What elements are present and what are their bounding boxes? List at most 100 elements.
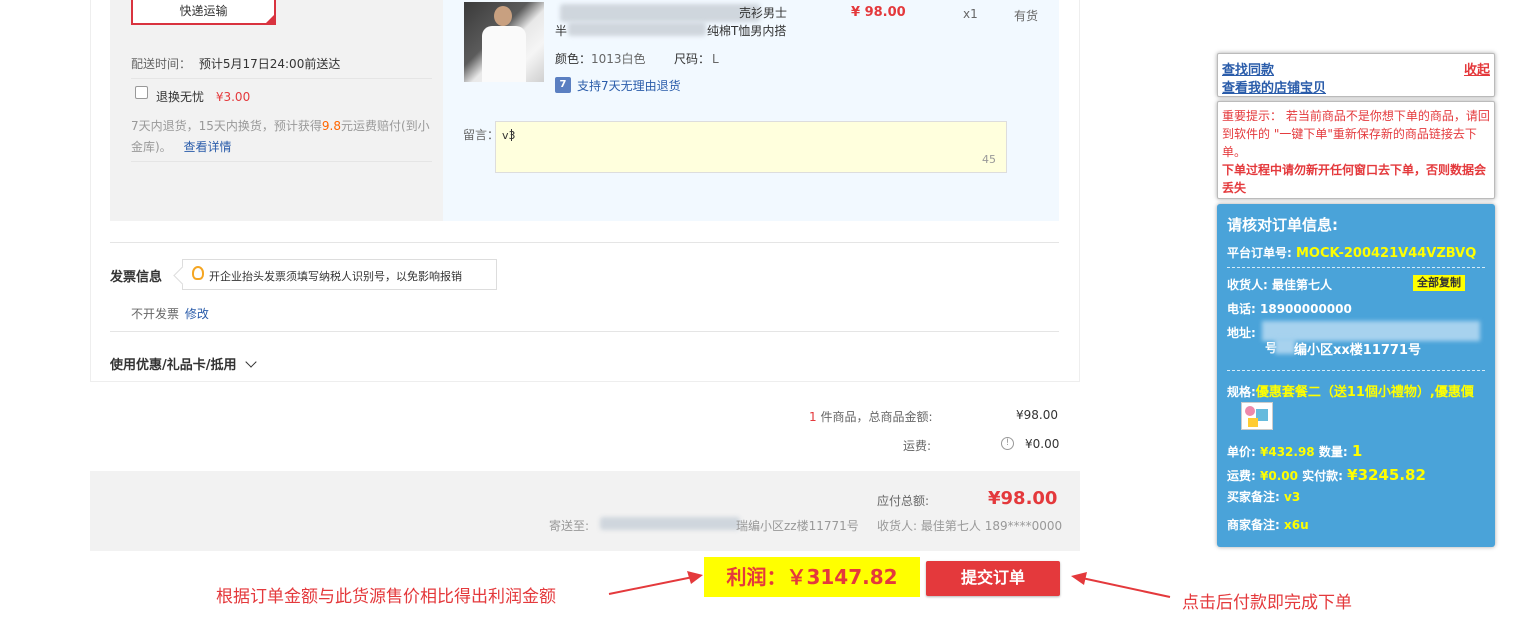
verify-receiver-label: 收货人:: [1227, 278, 1268, 292]
blurred-title: [568, 22, 706, 36]
phone-value: 18900000000: [1260, 302, 1352, 316]
receiver-value: 最佳第七人 189****0000: [920, 519, 1063, 533]
my-store-link[interactable]: 查看我的店铺宝贝: [1222, 77, 1326, 96]
seller-note-row: 商家备注: x6u: [1227, 516, 1309, 533]
shipping-method-option[interactable]: 快递运输 ✓: [131, 0, 276, 25]
unit-price-label: 单价:: [1227, 445, 1256, 459]
blurred-address: [1275, 338, 1295, 354]
goods-total: ¥98.00: [1016, 408, 1058, 422]
spec-row: 规格:優惠套餐二（送11個小禮物）,優惠價: [1227, 382, 1489, 403]
view-details-link[interactable]: 查看详情: [184, 140, 232, 154]
product-title-fragment[interactable]: 半: [555, 22, 567, 39]
order-no-label: 平台订单号:: [1227, 246, 1292, 260]
spec-thumbnail: [1241, 402, 1273, 430]
price-qty-row: 单价: ¥432.98 数量: 1: [1227, 442, 1362, 460]
submit-annotation: 点击后付款即完成下单: [1182, 593, 1352, 613]
buyer-note-row: 买家备注: v3: [1227, 488, 1300, 505]
insurance-price: ¥3.00: [215, 90, 251, 104]
model-shirt: [482, 26, 526, 82]
verify-title: 请核对订单信息:: [1227, 216, 1338, 234]
delivery-time-row: 配送时间： 预计5月17日24:00前送达: [131, 55, 340, 72]
insurance-amount: 9.8: [321, 119, 341, 133]
coupon-label: 使用优惠/礼品卡/抵用: [110, 358, 237, 373]
receiver-row: 收货人: 最佳第七人 189****0000: [877, 517, 1062, 534]
invoice-status: 不开发票: [131, 307, 180, 321]
buyer-note-value: v3: [1284, 490, 1301, 504]
insurance-description: 7天内退货，15天内换货，预计获得9.8元运费赔付(到小 金库)。 查看详情: [131, 116, 431, 158]
remark-textarea[interactable]: v3 45: [495, 121, 1007, 173]
profit-display: 利润：￥3147.82: [704, 557, 920, 597]
goods-count: 1: [809, 410, 817, 424]
coupon-toggle[interactable]: 使用优惠/礼品卡/抵用: [110, 354, 257, 373]
important-notice: 重要提示： 若当前商品不是你想下单的商品，请回到软件的 "一键下单"重新保存新的…: [1217, 101, 1495, 199]
total-bar: [90, 471, 1080, 551]
paid-label: 实付款:: [1302, 469, 1343, 483]
copy-all-button[interactable]: 全部复制: [1413, 275, 1465, 291]
return-policy-icon: 7: [555, 77, 571, 93]
helper-links-box: 查找同款 收起 查看我的店铺宝贝: [1217, 53, 1495, 97]
product-title-fragment[interactable]: 纯棉T恤男内搭: [707, 22, 786, 39]
insurance-row: 退换无忧 ¥3.00: [156, 88, 250, 105]
goods-count-text: 件商品，总商品金额:: [820, 410, 933, 424]
insurance-checkbox[interactable]: [135, 86, 148, 99]
size-label: 尺码：: [674, 52, 711, 66]
spec-label: 规格:: [1227, 385, 1256, 399]
text-cursor: [511, 129, 512, 141]
remark-label: 留言：: [463, 128, 500, 142]
divider: [131, 78, 432, 79]
ship-to-address: 瑞编小区zz楼11771号: [736, 519, 859, 533]
payable-value: ¥98.00: [988, 488, 1058, 509]
blurred-address: [600, 517, 740, 530]
invoice-title: 发票信息: [110, 270, 163, 285]
divider: [131, 161, 432, 162]
return-policy-text[interactable]: 支持7天无理由退货: [577, 77, 681, 94]
arrow-right-icon: [608, 571, 703, 595]
verify-receiver-value: 最佳第七人: [1272, 278, 1333, 292]
invoice-tip-text: 开企业抬头发票须填写纳税人识别号，以免影响报销: [209, 270, 462, 283]
notice-prefix: 重要提示：: [1222, 109, 1283, 123]
verify-freight-label: 运费:: [1227, 469, 1256, 483]
address-end: 编小区xx楼11771号: [1294, 343, 1421, 358]
submit-order-button[interactable]: 提交订单: [926, 561, 1060, 596]
toy-icon: [1245, 406, 1255, 416]
color-label: 颜色：: [555, 52, 592, 66]
seller-note-value: x6u: [1284, 518, 1309, 532]
payable-label: 应付总额:: [877, 494, 930, 508]
find-same-link[interactable]: 查找同款: [1222, 59, 1274, 78]
order-no-value: MOCK-200421V44VZBVQ: [1296, 246, 1477, 261]
qty-label: 数量:: [1318, 445, 1348, 459]
lightbulb-icon: [192, 266, 204, 280]
unit-price-value: ¥432.98: [1260, 445, 1315, 459]
item-size: 尺码： L: [674, 50, 719, 67]
product-image[interactable]: [464, 2, 544, 82]
notice-warning: 下单过程中请勿新开任何窗口去下单，否则数据会丢失: [1222, 163, 1487, 195]
order-verify-panel: 请核对订单信息: 平台订单号: MOCK-200421V44VZBVQ 收货人:…: [1217, 204, 1495, 547]
toy-icon: [1248, 418, 1258, 427]
remark-value: v3: [502, 129, 516, 142]
item-stock: 有货: [1014, 9, 1039, 23]
item-color: 颜色：1013白色: [555, 50, 646, 67]
model-head: [494, 6, 512, 26]
insurance-desc-part1: 7天内退货，15天内换货，预计获得: [131, 119, 322, 133]
arrow-left-icon: [1071, 572, 1171, 598]
blurred-title: [560, 4, 760, 22]
verify-freight-value: ¥0.00: [1260, 469, 1298, 483]
size-value: L: [712, 52, 719, 66]
shipping-method-label: 快递运输: [179, 4, 228, 18]
collapse-link[interactable]: 收起: [1464, 59, 1490, 78]
info-icon[interactable]: !: [1001, 437, 1014, 450]
invoice-status-row: 不开发票 修改: [131, 305, 209, 322]
remark-char-counter: 45: [982, 153, 996, 166]
order-no-row: 平台订单号: MOCK-200421V44VZBVQ: [1227, 244, 1476, 261]
check-icon: ✓: [266, 14, 273, 23]
color-value: 1013白色: [591, 52, 646, 66]
item-quantity: x1: [963, 7, 978, 21]
spec-value: 優惠套餐二（送11個小禮物）,優惠價: [1255, 385, 1474, 400]
invoice-modify-link[interactable]: 修改: [185, 307, 209, 321]
product-title-fragment[interactable]: 売衫男士: [739, 4, 787, 21]
divider: [110, 242, 1059, 243]
ship-to-label: 寄送至:: [549, 519, 590, 533]
receiver-row: 收货人: 最佳第七人: [1227, 276, 1332, 293]
divider: [1227, 267, 1485, 268]
insurance-desc-part3: 金库)。: [131, 140, 172, 154]
